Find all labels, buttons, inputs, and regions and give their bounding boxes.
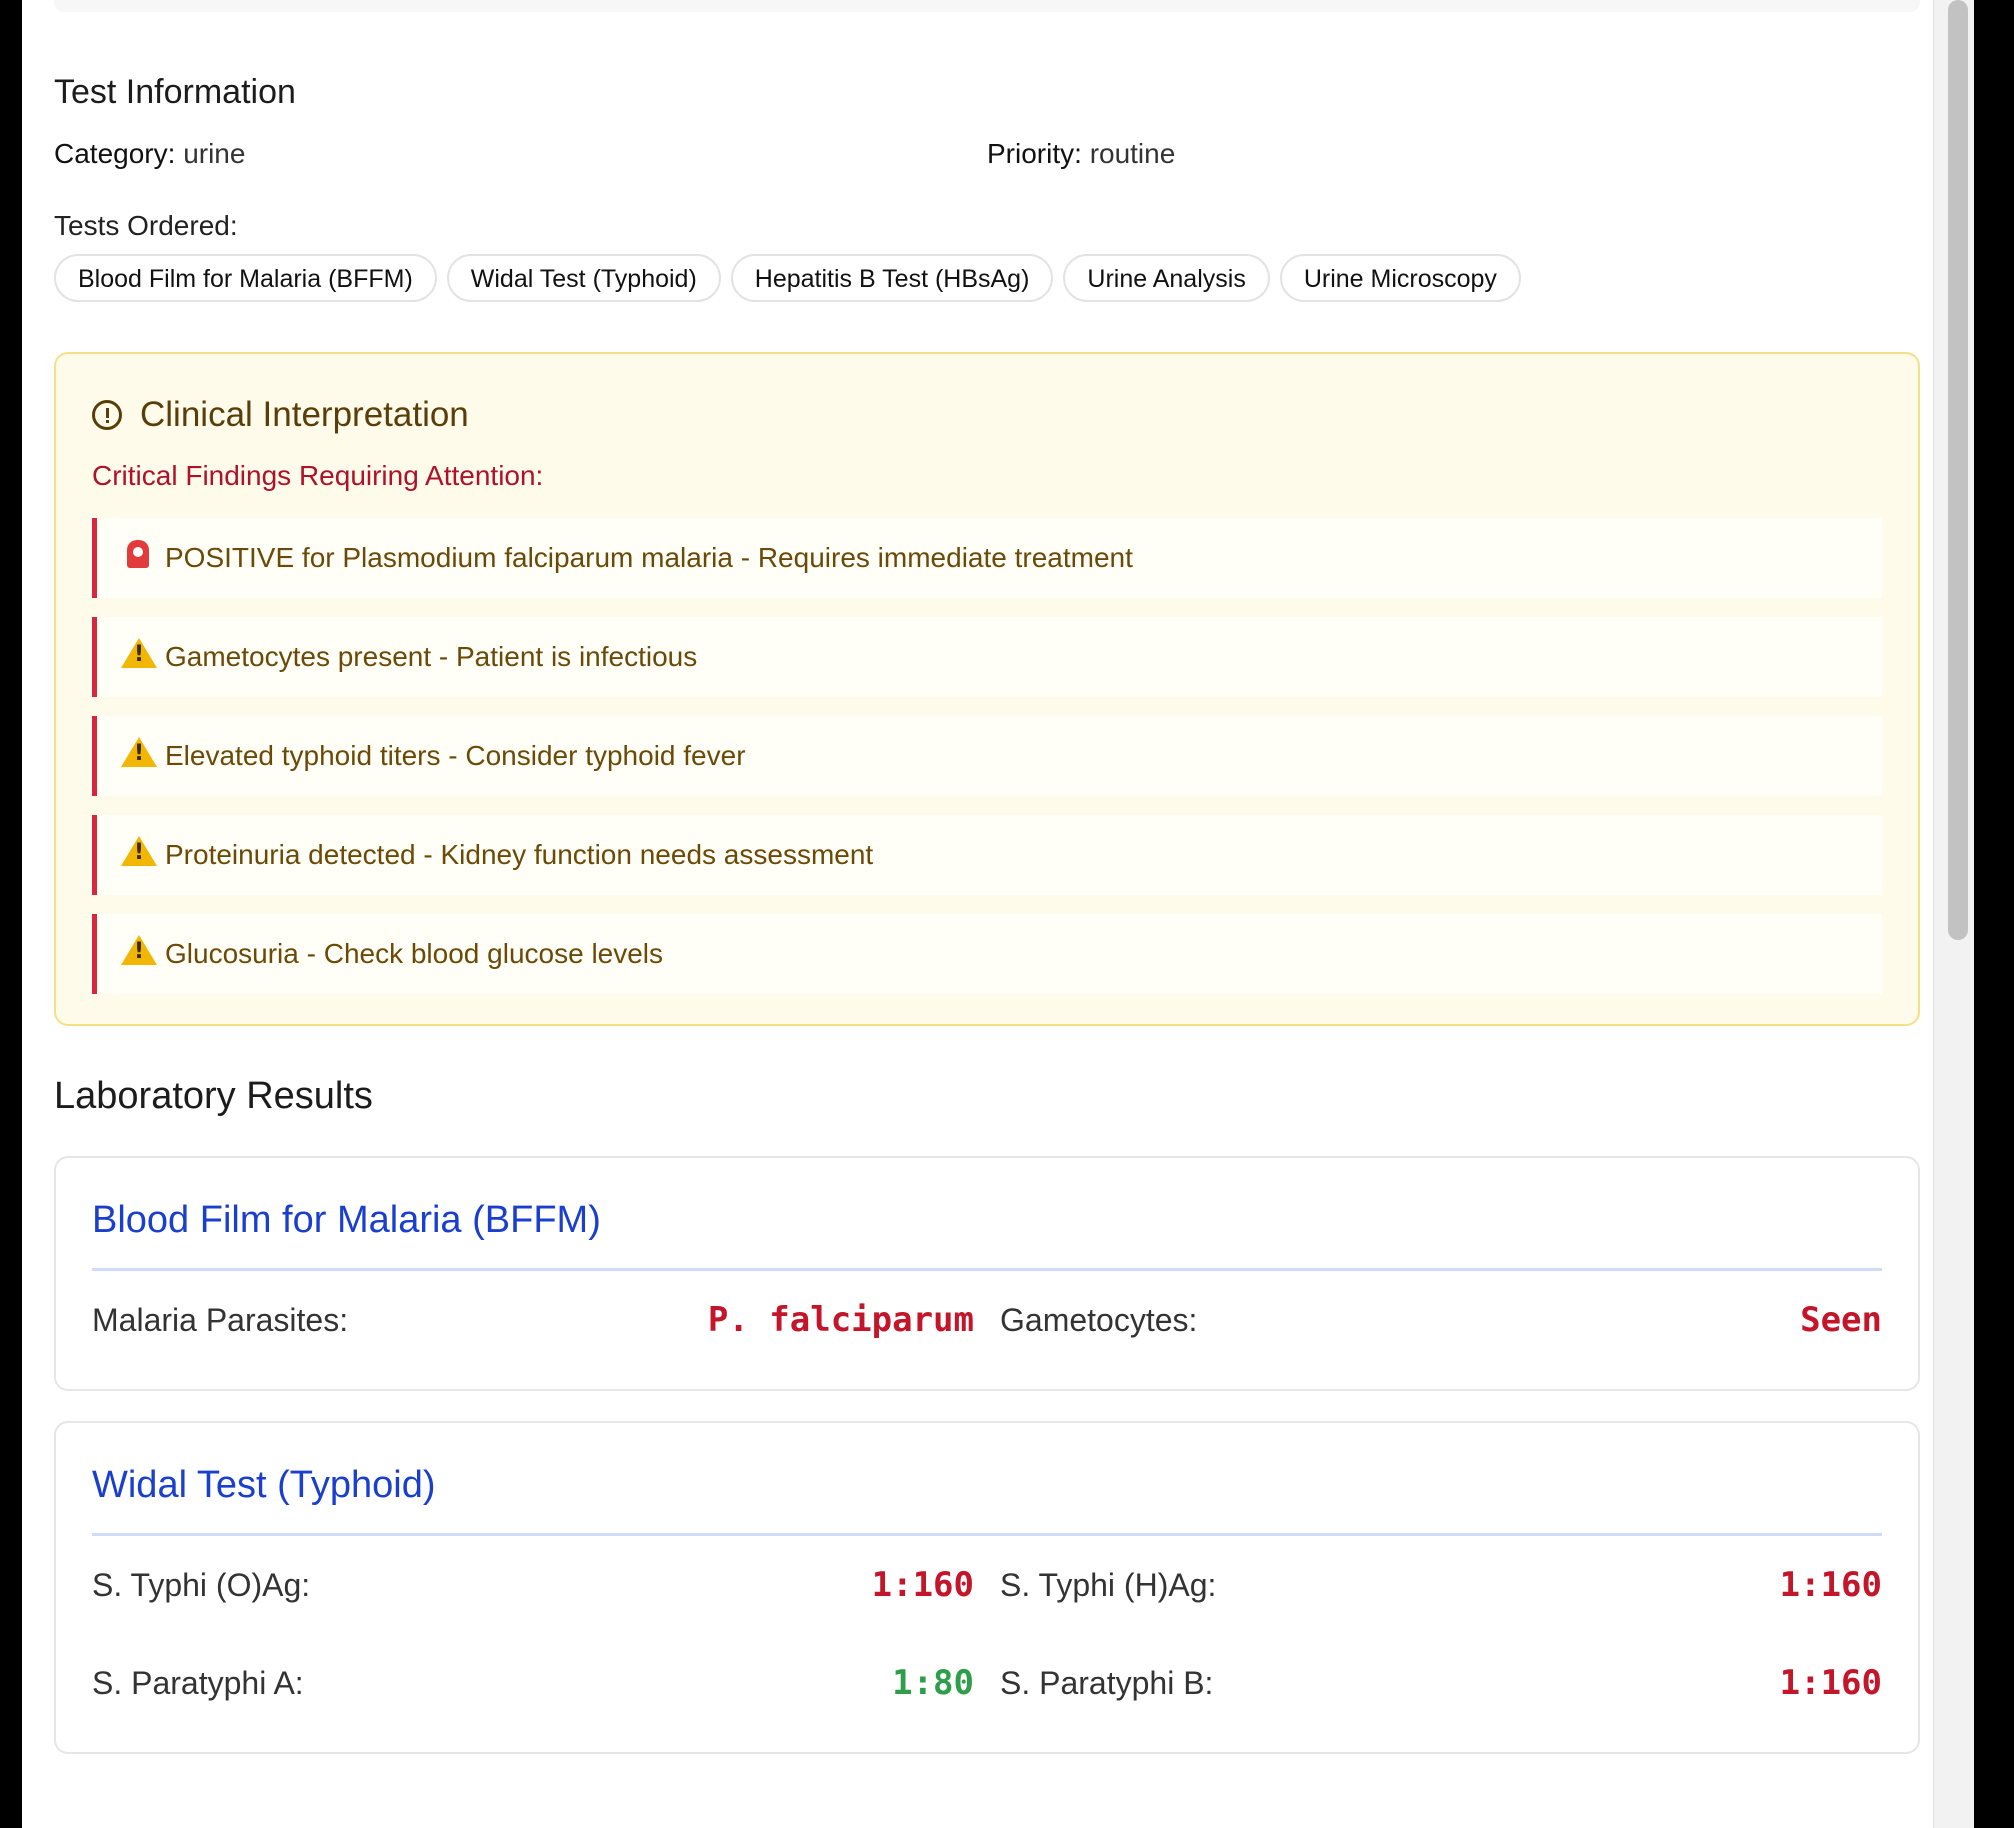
result-item: S. Paratyphi B: 1:160	[1000, 1634, 1882, 1732]
warning-icon	[121, 638, 157, 676]
report-content: Test Information Category: urine Priorit…	[54, 60, 1920, 1754]
report-window: Test Information Category: urine Priorit…	[22, 0, 1974, 1828]
warning-icon	[121, 836, 157, 874]
finding-item: Gametocytes present - Patient is infecti…	[92, 617, 1882, 697]
clinical-interpretation-panel: Clinical Interpretation Critical Finding…	[54, 352, 1920, 1026]
result-item: S. Typhi (O)Ag: 1:160	[92, 1536, 974, 1634]
result-label: S. Paratyphi A:	[92, 1664, 304, 1701]
priority-value: routine	[1089, 138, 1176, 169]
test-chip: Widal Test (Typhoid)	[446, 254, 721, 302]
result-value: Seen	[1800, 1300, 1882, 1340]
result-value: 1:160	[1779, 1565, 1882, 1605]
test-chip: Blood Film for Malaria (BFFM)	[54, 254, 437, 302]
scrollbar[interactable]	[1933, 0, 1974, 1828]
result-card-title: Widal Test (Typhoid)	[92, 1457, 1882, 1536]
info-row: Category: urine Priority: routine	[54, 124, 1920, 184]
result-item: S. Typhi (H)Ag: 1:160	[1000, 1536, 1882, 1634]
category-value: urine	[183, 138, 246, 169]
info-icon	[92, 400, 122, 430]
result-card-widal: Widal Test (Typhoid) S. Typhi (O)Ag: 1:1…	[54, 1421, 1920, 1754]
test-information-title: Test Information	[54, 73, 296, 111]
result-grid: S. Typhi (O)Ag: 1:160 S. Typhi (H)Ag: 1:…	[92, 1536, 1882, 1732]
result-label: S. Typhi (O)Ag:	[92, 1566, 311, 1603]
finding-item: Elevated typhoid titers - Consider typho…	[92, 716, 1882, 796]
finding-item: POSITIVE for Plasmodium falciparum malar…	[92, 518, 1882, 598]
finding-text: Proteinuria detected - Kidney function n…	[165, 839, 874, 870]
finding-item: Proteinuria detected - Kidney function n…	[92, 815, 1882, 895]
result-value: P. falciparum	[707, 1300, 974, 1340]
result-label: Malaria Parasites:	[92, 1301, 349, 1338]
finding-text: Elevated typhoid titers - Consider typho…	[165, 740, 746, 771]
result-label: Gametocytes:	[1000, 1301, 1198, 1338]
critical-findings-title: Critical Findings Requiring Attention:	[92, 460, 544, 491]
category-field: Category: urine	[54, 124, 987, 184]
clinical-interpretation-title: Clinical Interpretation	[140, 395, 469, 434]
result-label: S. Typhi (H)Ag:	[1000, 1566, 1217, 1603]
result-grid: Malaria Parasites: P. falciparum Gametoc…	[92, 1271, 1882, 1369]
result-value: 1:160	[1779, 1663, 1882, 1703]
result-item: Gametocytes: Seen	[1000, 1271, 1882, 1369]
clinical-interpretation-header: Clinical Interpretation	[92, 390, 1882, 440]
result-value: 1:160	[871, 1565, 974, 1605]
finding-text: POSITIVE for Plasmodium falciparum malar…	[165, 542, 1133, 573]
priority-field: Priority: routine	[987, 124, 1920, 184]
category-label: Category:	[54, 138, 176, 169]
result-item: Malaria Parasites: P. falciparum	[92, 1271, 974, 1369]
finding-text: Gametocytes present - Patient is infecti…	[165, 641, 698, 672]
priority-label: Priority:	[987, 138, 1082, 169]
tests-ordered-chips: Blood Film for Malaria (BFFM) Widal Test…	[54, 254, 1920, 302]
test-chip: Urine Analysis	[1063, 254, 1270, 302]
tests-ordered-label: Tests Ordered:	[54, 210, 238, 241]
siren-icon	[121, 540, 155, 576]
laboratory-results-title: Laboratory Results	[54, 1075, 373, 1117]
result-label: S. Paratyphi B:	[1000, 1664, 1214, 1701]
scrollbar-thumb[interactable]	[1948, 0, 1968, 940]
result-card-title: Blood Film for Malaria (BFFM)	[92, 1192, 1882, 1271]
finding-text: Glucosuria - Check blood glucose levels	[165, 938, 664, 969]
result-item: S. Paratyphi A: 1:80	[92, 1634, 974, 1732]
test-chip: Hepatitis B Test (HBsAg)	[730, 254, 1054, 302]
findings-list: POSITIVE for Plasmodium falciparum malar…	[92, 518, 1882, 994]
result-value: 1:80	[892, 1663, 974, 1703]
warning-icon	[121, 737, 157, 775]
result-card-bffm: Blood Film for Malaria (BFFM) Malaria Pa…	[54, 1156, 1920, 1391]
previous-card	[54, 0, 1920, 12]
finding-item: Glucosuria - Check blood glucose levels	[92, 914, 1882, 994]
warning-icon	[121, 935, 157, 973]
test-chip: Urine Microscopy	[1279, 254, 1521, 302]
